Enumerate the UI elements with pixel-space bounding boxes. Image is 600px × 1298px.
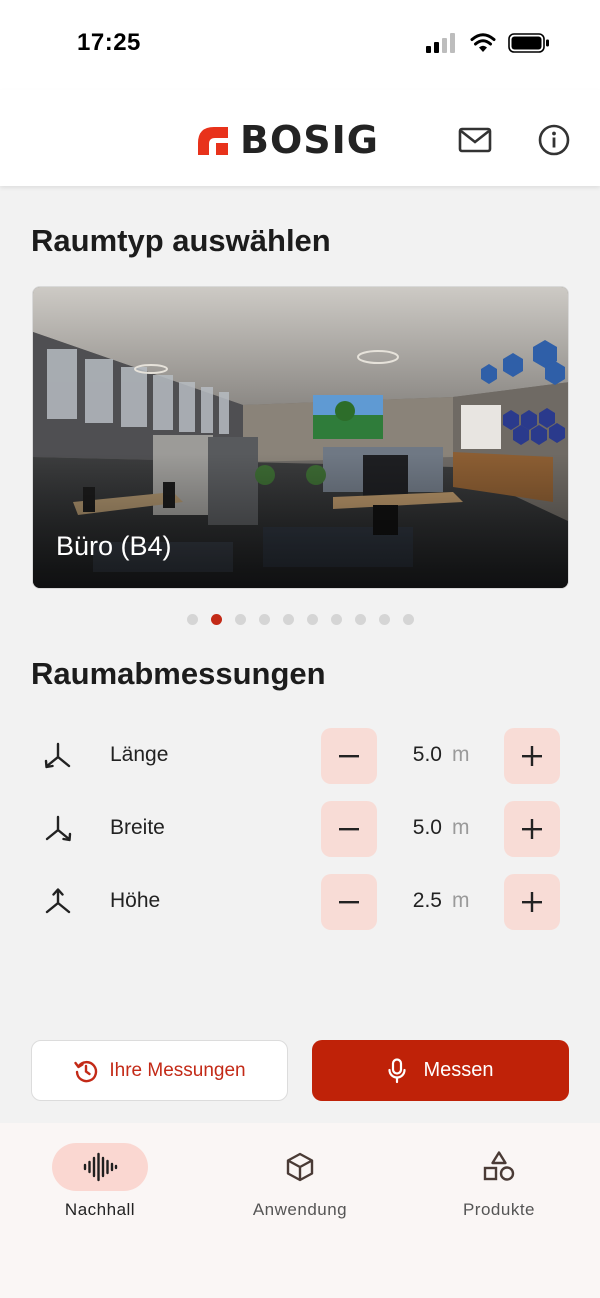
carousel-dot[interactable] [186, 614, 198, 625]
width-decrease-button[interactable] [321, 801, 377, 857]
mail-icon [458, 127, 492, 153]
dimension-row-length: Länge 5.0 m [0, 728, 600, 784]
carousel-dot[interactable] [234, 614, 246, 625]
cube-icon [286, 1152, 314, 1182]
dimensions-title: Raumabmessungen [31, 656, 326, 691]
carousel-dot-active[interactable] [210, 614, 222, 625]
carousel-dot[interactable] [258, 614, 270, 625]
dimension-row-width: Breite 5.0 m [0, 801, 600, 857]
height-increase-button[interactable] [504, 874, 560, 930]
measure-button-label: Messen [423, 1059, 494, 1081]
carousel-dot[interactable] [378, 614, 390, 625]
wifi-icon [470, 33, 496, 52]
plus-icon [522, 819, 542, 839]
dimension-label: Länge [110, 743, 169, 766]
measure-button[interactable]: Messen [312, 1040, 569, 1101]
carousel-dot[interactable] [354, 614, 366, 625]
history-button-label: Ihre Messungen [109, 1059, 246, 1081]
nav-label: Nachhall [64, 1200, 136, 1219]
axis-length-icon [44, 742, 71, 769]
logo-text: BOSIG [240, 118, 379, 162]
minus-icon [339, 901, 359, 904]
plus-icon [522, 746, 542, 766]
carousel-dots [0, 614, 600, 625]
axis-height-icon [45, 888, 71, 914]
carousel-dot[interactable] [306, 614, 318, 625]
height-decrease-button[interactable] [321, 874, 377, 930]
dimension-value: 2.5 [412, 889, 442, 912]
dimension-value: 5.0 [412, 816, 442, 839]
nav-pill-active [52, 1143, 148, 1191]
nav-item-anwendung[interactable]: Anwendung [220, 1143, 380, 1220]
dimension-label: Breite [110, 816, 165, 839]
info-icon [538, 124, 570, 156]
soundwave-icon [83, 1152, 118, 1182]
status-bar: 17:25 [0, 0, 600, 90]
dimension-label: Höhe [110, 889, 161, 912]
bosig-logo-mark-icon [198, 127, 228, 155]
dimension-row-height: Höhe 2.5 m [0, 874, 600, 930]
nav-label: Produkte [462, 1200, 536, 1219]
bottom-navigation: Nachhall Anwendung Produkte [0, 1123, 600, 1298]
minus-icon [339, 755, 359, 758]
room-carousel-card[interactable]: Büro (B4) [32, 286, 569, 589]
history-button[interactable]: Ihre Messungen [31, 1040, 288, 1101]
carousel-dot[interactable] [282, 614, 294, 625]
room-type-title: Raumtyp auswählen [31, 223, 331, 258]
nav-item-produkte[interactable]: Produkte [419, 1143, 579, 1220]
nav-item-nachhall[interactable]: Nachhall [20, 1143, 180, 1220]
dimension-unit: m [452, 889, 470, 912]
length-decrease-button[interactable] [321, 728, 377, 784]
carousel-dot[interactable] [330, 614, 342, 625]
shapes-icon [483, 1151, 515, 1181]
bosig-logo: BOSIG [196, 118, 379, 162]
minus-icon [339, 828, 359, 831]
width-increase-button[interactable] [504, 801, 560, 857]
length-increase-button[interactable] [504, 728, 560, 784]
nav-pill [252, 1143, 348, 1191]
signal-icon [426, 33, 455, 53]
dimension-unit: m [452, 743, 470, 766]
mail-button[interactable] [455, 120, 495, 160]
nav-pill [451, 1143, 547, 1191]
status-icons [426, 33, 550, 53]
plus-icon [522, 892, 542, 912]
dimension-value: 5.0 [412, 743, 442, 766]
dimension-unit: m [452, 816, 470, 839]
app-header: BOSIG [0, 90, 600, 186]
status-time: 17:25 [77, 29, 141, 56]
history-icon [74, 1060, 98, 1082]
battery-icon [508, 33, 549, 53]
microphone-icon [388, 1057, 407, 1083]
carousel-dot[interactable] [402, 614, 414, 625]
room-name: Büro (B4) [56, 531, 172, 561]
axis-width-icon [45, 815, 72, 842]
nav-label: Anwendung [252, 1200, 348, 1219]
info-button[interactable] [534, 120, 574, 160]
